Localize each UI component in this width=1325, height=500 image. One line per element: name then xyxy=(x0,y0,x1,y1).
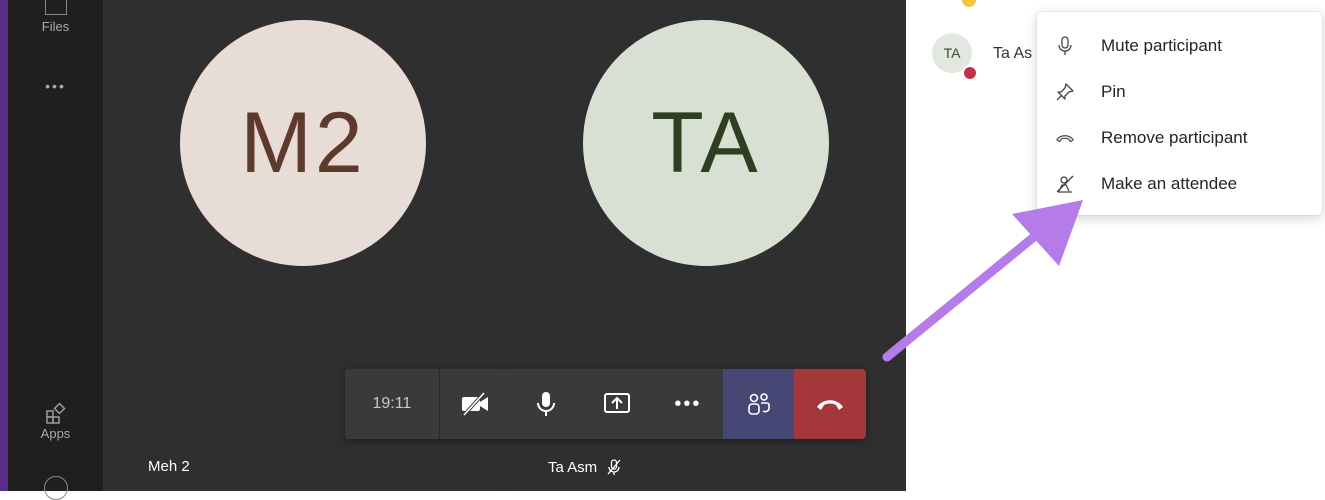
annotation-arrow xyxy=(882,200,1083,362)
